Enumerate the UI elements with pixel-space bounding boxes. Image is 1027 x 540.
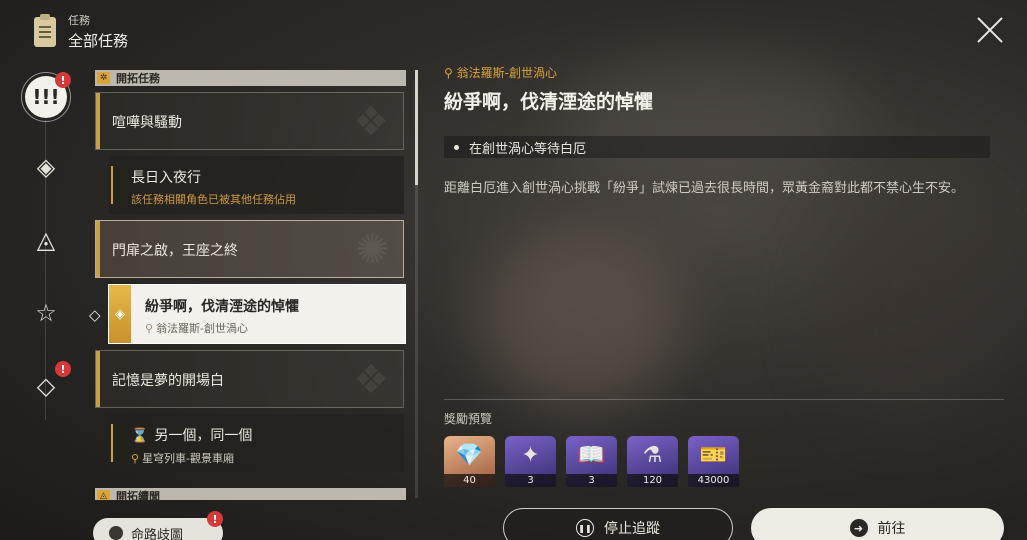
selected-quest-title: 紛爭啊，伐清湮途的悼懼 <box>145 299 299 315</box>
tracking-diamond-icon: ◈ <box>109 285 131 343</box>
clipboard-icon <box>34 13 56 47</box>
header: 任務 全部任務 <box>34 12 128 51</box>
diamond-icon: ◇ <box>36 372 56 400</box>
reward-count: 3 <box>505 474 556 487</box>
potion-icon: ⚗ <box>642 442 663 468</box>
rail-alert-badge: ! <box>55 72 71 88</box>
quest-list[interactable]: ✲ 開拓任務 喧嘩與騷動 ❖ 長日入夜行 該任務相關角色已被其他任務佔用 門扉之… <box>95 70 406 500</box>
emblem-watermark-icon: ❖ <box>353 99 389 145</box>
category-label: 開拓續聞 <box>116 490 160 500</box>
reward-count: 3 <box>566 474 617 487</box>
quest-item[interactable]: 記憶是夢的開場白 ❖ <box>95 350 404 408</box>
quest-title: 門扉之啟，王座之終 <box>112 243 238 259</box>
location-pin-icon: ⚲ <box>131 452 140 465</box>
emblem-watermark-icon: ❖ <box>353 357 389 403</box>
category-label: 開拓任務 <box>116 72 160 85</box>
arrow-right-icon: ➜ <box>849 519 868 537</box>
ticket-icon: 🎫 <box>699 442 728 468</box>
path-map-button[interactable]: 命路歧圖 <box>93 518 223 540</box>
rail-tab-trailblaze[interactable]: ◈ <box>25 146 67 188</box>
go-label: 前往 <box>877 521 906 537</box>
detail-description: 距離白厄進入創世渦心挑戰「紛爭」試煉已過去很長時間，眾黃金裔對此都不禁心生不安。 <box>444 181 965 196</box>
sub-quest-item[interactable]: 長日入夜行 該任務相關角色已被其他任務佔用 <box>109 156 404 214</box>
reward-item[interactable]: 📖 3 <box>566 436 617 487</box>
reward-count: 120 <box>627 474 678 487</box>
objective-text: 在創世渦心等待白厄 <box>469 141 587 157</box>
rewards-list: 💎 40 ✦ 3 📖 3 ⚗ 120 🎫 43000 <box>444 436 739 487</box>
diamond-star-icon: ◈ <box>36 153 56 181</box>
trailblaze-icon: ✲ <box>97 72 110 84</box>
book-icon: 📖 <box>577 442 606 468</box>
scrollbar-thumb[interactable] <box>415 70 418 185</box>
path-map-badge: ! <box>207 511 223 527</box>
stop-tracking-button[interactable]: ❚❚ 停止追蹤 <box>503 508 733 540</box>
triangle-icon: ◬ <box>36 226 56 254</box>
rewards-title: 獎勵預覽 <box>444 412 493 426</box>
reward-item[interactable]: ⚗ 120 <box>627 436 678 487</box>
sub-quest-title: 長日入夜行 <box>131 170 201 186</box>
crystal-icon: 💎 <box>455 442 484 468</box>
category-header-companion[interactable]: ◬ 開拓續聞 <box>95 488 406 500</box>
rail-tab-adventure[interactable]: ☆ <box>25 292 67 334</box>
detail-title: 紛爭啊，伐清湮途的悼懼 <box>444 91 654 113</box>
quest-list-scrollbar[interactable] <box>415 70 418 498</box>
rewards-divider <box>444 399 1004 400</box>
selected-quest-item[interactable]: ◈ 紛爭啊，伐清湮途的悼懼 ⚲ 翁法羅斯-創世渦心 <box>108 284 406 344</box>
selected-quest-location: 翁法羅斯-創世渦心 <box>156 322 249 335</box>
bullet-icon <box>454 144 459 150</box>
star-icon: ☆ <box>35 299 57 327</box>
reward-item[interactable]: 💎 40 <box>444 436 495 487</box>
planet-icon <box>109 526 123 540</box>
crystal-purple-icon: ✦ <box>521 442 540 468</box>
objective-row: 在創世渦心等待白厄 <box>444 136 990 158</box>
header-section-label: 任務 <box>68 14 90 27</box>
stop-tracking-label: 停止追蹤 <box>604 521 660 537</box>
reward-count: 40 <box>444 474 495 487</box>
exclamation-icon: !!! <box>32 85 60 109</box>
rail-alert-badge: ! <box>55 361 71 377</box>
reward-count: 43000 <box>688 474 739 487</box>
category-header-trailblaze[interactable]: ✲ 開拓任務 <box>95 70 406 86</box>
quest-item[interactable]: 門扉之啟，王座之終 ✺ <box>95 220 404 278</box>
go-button[interactable]: ➜ 前往 <box>751 508 1004 540</box>
sub-quest-location: 星穹列車-觀景車廂 <box>142 452 235 465</box>
tracking-pointer-icon: ◇ <box>89 306 101 324</box>
companion-icon: ◬ <box>97 490 110 500</box>
rail-tab-companion[interactable]: ◬ <box>25 219 67 261</box>
quest-detail-panel: ⚲ 翁法羅斯-創世渦心 紛爭啊，伐清湮途的悼懼 在創世渦心等待白厄 距離白厄進入… <box>444 64 1004 200</box>
page-title: 全部任務 <box>68 32 129 50</box>
location-pin-icon: ⚲ <box>444 66 457 80</box>
hourglass-icon: ⌛ <box>131 428 149 444</box>
close-button[interactable] <box>976 16 1004 44</box>
emblem-watermark-icon: ✺ <box>355 227 389 273</box>
pause-icon: ❚❚ <box>576 519 594 537</box>
sub-quest-title: 另一個，同一個 <box>154 428 253 444</box>
reward-item[interactable]: 🎫 43000 <box>688 436 739 487</box>
quest-title: 喧嘩與騷動 <box>112 115 182 131</box>
detail-location: 翁法羅斯-創世渦心 <box>456 66 557 80</box>
quest-item[interactable]: 喧嘩與騷動 ❖ <box>95 92 404 150</box>
sub-quest-item[interactable]: ⌛ 另一個，同一個 ⚲ 星穹列車-觀景車廂 <box>109 414 404 472</box>
reward-item[interactable]: ✦ 3 <box>505 436 556 487</box>
location-pin-icon: ⚲ <box>145 322 154 335</box>
sub-quest-warning: 該任務相關角色已被其他任務佔用 <box>131 193 296 206</box>
path-map-label: 命路歧圖 <box>131 527 184 540</box>
quest-title: 記憶是夢的開場白 <box>112 373 224 389</box>
